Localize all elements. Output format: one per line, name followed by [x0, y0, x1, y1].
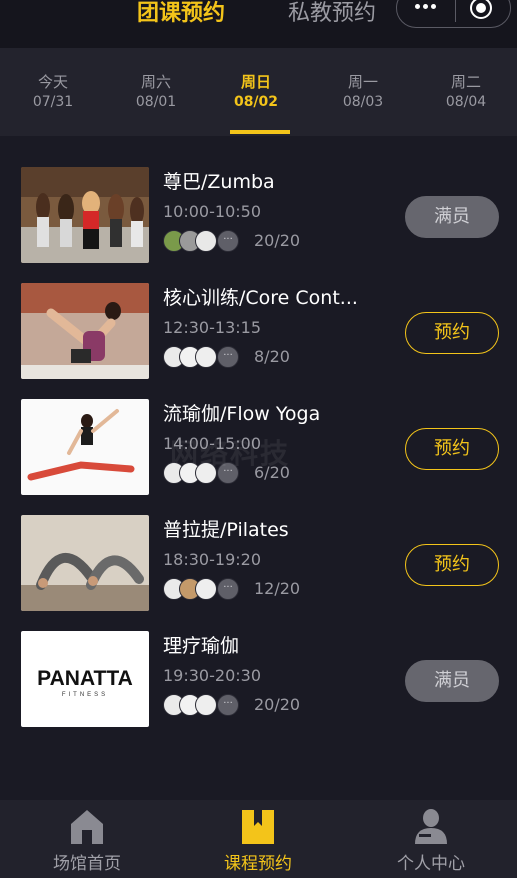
nav-label: 课程预约: [224, 854, 292, 874]
class-time: 19:30-20:30: [163, 666, 261, 685]
class-image-panatta-logo: PANATTA FITNESS: [21, 631, 149, 727]
book-button[interactable]: 预约: [405, 428, 499, 470]
full-button[interactable]: 满员: [405, 660, 499, 702]
close-program-icon[interactable]: [470, 0, 492, 19]
date-tab-day: 周日: [240, 73, 271, 91]
date-selector: 今天 07/31 周六 08/01 周日 08/02 周一 08/03 周二 0…: [0, 48, 517, 136]
avatar: [195, 346, 217, 368]
tab-group-class[interactable]: 团课预约: [137, 0, 225, 28]
date-tab-day: 今天: [37, 73, 68, 91]
date-tab-date: 08/03: [342, 94, 384, 110]
date-tab-day: 周二: [450, 73, 481, 91]
class-image-core: [21, 283, 149, 379]
full-button[interactable]: 满员: [405, 196, 499, 238]
date-tab-today[interactable]: 今天 07/31: [1, 48, 105, 136]
nav-venue-home[interactable]: 场馆首页: [1, 800, 173, 878]
booking-count: 20/20: [254, 695, 301, 714]
booking-count: 8/20: [254, 347, 290, 366]
member-avatars: ···: [163, 578, 243, 600]
bottom-nav: 场馆首页 课程预约 个人中心: [0, 800, 517, 878]
class-title: 尊巴/Zumba: [163, 171, 275, 193]
class-title: 流瑜伽/Flow Yoga: [163, 403, 321, 425]
date-tab-day: 周一: [347, 73, 378, 91]
booking-count: 20/20: [254, 231, 301, 250]
class-time: 10:00-10:50: [163, 202, 261, 221]
mini-program-capsule: [396, 0, 511, 28]
nav-personal-center[interactable]: 个人中心: [345, 800, 517, 878]
tab-private-coach[interactable]: 私教预约: [288, 0, 376, 28]
class-card-therapy-yoga[interactable]: PANATTA FITNESS 理疗瑜伽 19:30-20:30 ··· 20/…: [0, 600, 517, 727]
date-tab-underline: [230, 130, 290, 134]
more-avatars-icon: ···: [217, 694, 239, 716]
svg-text:PANATTA: PANATTA: [37, 667, 133, 690]
class-time: 18:30-19:20: [163, 550, 261, 569]
date-tab-date: 08/04: [445, 94, 487, 110]
nav-course-booking[interactable]: 课程预约: [172, 800, 344, 878]
capsule-divider: [455, 0, 456, 22]
avatar: [195, 694, 217, 716]
class-card-zumba[interactable]: 尊巴/Zumba 10:00-10:50 ··· 20/20 满员: [0, 136, 517, 263]
nav-label: 个人中心: [397, 854, 465, 874]
more-options-icon[interactable]: [413, 0, 439, 15]
member-avatars: ···: [163, 230, 243, 252]
booking-count: 12/20: [254, 579, 301, 598]
class-card-core[interactable]: 核心训练/Core Cont... 12:30-13:15 ··· 8/20 预…: [0, 252, 517, 379]
member-avatars: ···: [163, 694, 243, 716]
avatar: [195, 578, 217, 600]
date-tab-day: 周六: [140, 73, 171, 91]
nav-label: 场馆首页: [53, 854, 121, 874]
watermark-text: 网络科技: [170, 437, 291, 470]
class-image-zumba: [21, 167, 149, 263]
home-icon: [71, 810, 103, 844]
class-title: 核心训练/Core Cont...: [163, 287, 358, 309]
user-icon: [415, 809, 447, 844]
top-header: 团课预约 私教预约: [0, 0, 517, 48]
class-image-flow-yoga: [21, 399, 149, 495]
date-tab-sun[interactable]: 周日 08/02: [204, 48, 308, 136]
date-tab-tue[interactable]: 周二 08/04: [414, 48, 517, 136]
avatar: [195, 230, 217, 252]
class-card-pilates[interactable]: 普拉提/Pilates 18:30-19:20 ··· 12/20 预约: [0, 484, 517, 611]
more-avatars-icon: ···: [217, 578, 239, 600]
svg-text:FITNESS: FITNESS: [62, 692, 108, 698]
class-time: 12:30-13:15: [163, 318, 261, 337]
date-tab-date: 08/01: [135, 94, 177, 110]
class-image-pilates: [21, 515, 149, 611]
date-tab-mon[interactable]: 周一 08/03: [311, 48, 415, 136]
class-title: 普拉提/Pilates: [163, 519, 289, 541]
book-button[interactable]: 预约: [405, 312, 499, 354]
date-tab-date: 07/31: [32, 94, 74, 110]
book-button[interactable]: 预约: [405, 544, 499, 586]
member-avatars: ···: [163, 346, 243, 368]
bookmark-icon: [242, 810, 274, 844]
date-tab-date: 08/02: [233, 94, 279, 110]
more-avatars-icon: ···: [217, 346, 239, 368]
class-title: 理疗瑜伽: [163, 635, 240, 657]
more-avatars-icon: ···: [217, 230, 239, 252]
date-tab-sat[interactable]: 周六 08/01: [104, 48, 208, 136]
